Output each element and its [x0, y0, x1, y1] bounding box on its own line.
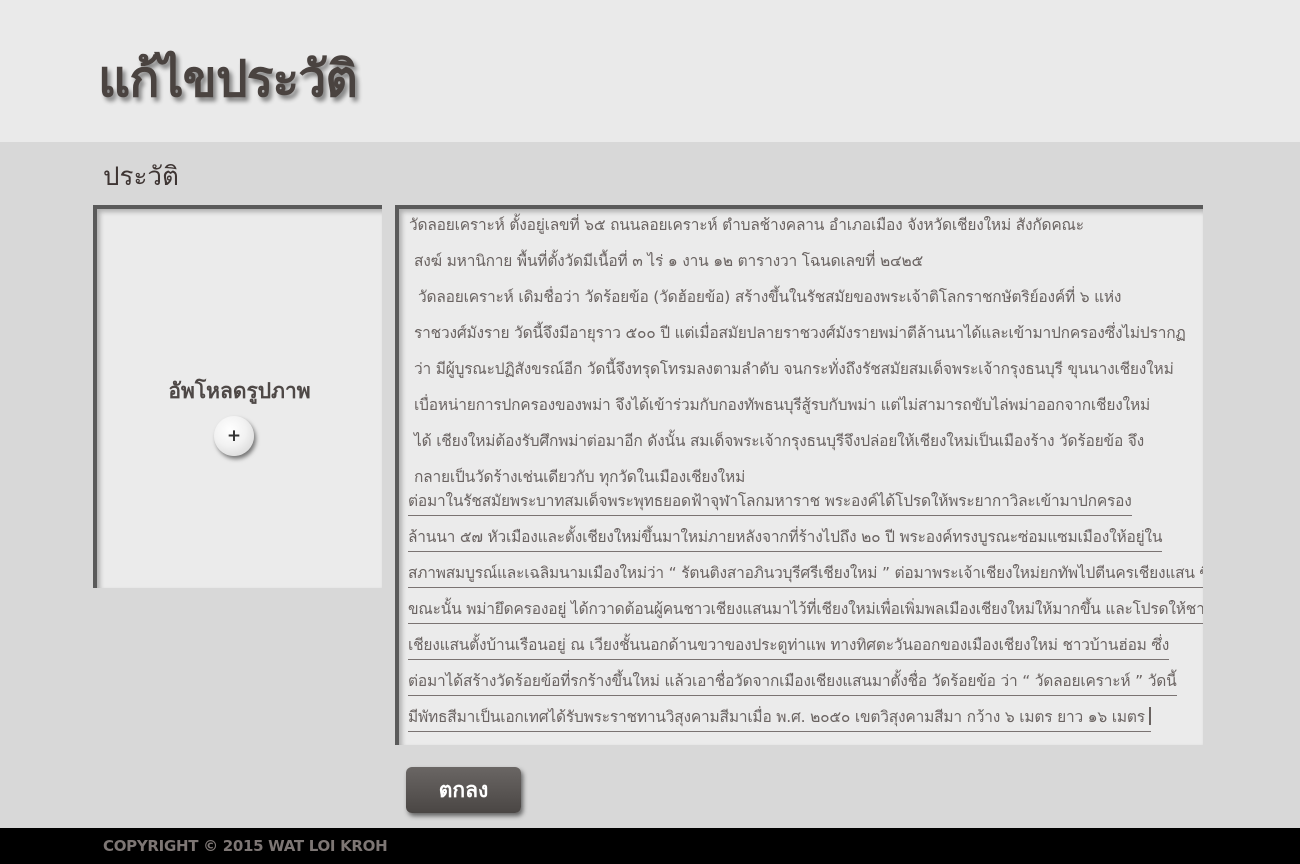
- history-textarea[interactable]: วัดลอยเคราะห์ ตั้งอยู่เลขที่ ๖๕ ถนนลอยเค…: [395, 205, 1203, 745]
- history-line-underlined: สภาพสมบูรณ์และเฉลิมนามเมืองใหม่ว่า “ รัต…: [408, 560, 1203, 588]
- page-title: แก้ไขประวัติ: [98, 50, 358, 108]
- page-header: แก้ไขประวัติ: [0, 0, 1300, 142]
- history-line-underlined: ต่อมาได้สร้างวัดร้อยข้อที่รกร้างขึ้นใหม่…: [408, 668, 1177, 696]
- history-line: เบื่อหน่ายการปกครองของพม่า จึงได้เข้าร่ว…: [414, 396, 1150, 414]
- text-cursor: [1148, 707, 1151, 725]
- plus-icon: +: [226, 426, 242, 446]
- history-line-underlined: มีพัทธสีมาเป็นเอกเทศได้รับพระราชทานวิสุง…: [408, 704, 1151, 732]
- history-line: กลายเป็นวัดร้างเช่นเดียวกับ ทุกวัดในเมือ…: [414, 468, 746, 486]
- footer: COPYRIGHT © 2015 WAT LOI KROH: [0, 828, 1300, 864]
- history-line: วัดลอยเคราะห์ เดิมชื่อว่า วัดร้อยข้อ (วั…: [418, 288, 1122, 306]
- history-line: ว่า มีผู้บูรณะปฏิสังขรณ์อีก วัดนี้จึงทรุ…: [414, 360, 1174, 378]
- history-line-underlined: ล้านนา ๕๗ หัวเมืองและตั้งเชียงใหม่ขึ้นมา…: [408, 524, 1162, 552]
- history-line: ราชวงศ์มังราย วัดนี้จึงมีอายุราว ๕๐๐ ปี …: [414, 324, 1186, 342]
- add-image-button[interactable]: +: [214, 416, 254, 456]
- history-line: สงฆ์ มหานิกาย พื้นที่ตั้งวัดมีเนื้อที่ ๓…: [414, 252, 924, 270]
- history-line-underlined: เชียงแสนตั้งบ้านเรือนอยู่ ณ เวียงชั้นนอก…: [408, 632, 1169, 660]
- history-line-underlined: ขณะนั้น พม่ายึดครองอยู่ ได้กวาดต้อนผู้คน…: [408, 596, 1203, 624]
- upload-image-label: อัพโหลดรูปภาพ: [168, 379, 311, 403]
- copyright-text: COPYRIGHT © 2015 WAT LOI KROH: [103, 837, 388, 855]
- image-upload-panel[interactable]: อัพโหลดรูปภาพ +: [93, 205, 382, 588]
- history-line: วัดลอยเคราะห์ ตั้งอยู่เลขที่ ๖๕ ถนนลอยเค…: [409, 216, 1084, 234]
- history-line: ได้ เชียงใหม่ต้องรับศึกพม่าต่อมาอีก ดังน…: [414, 432, 1145, 450]
- history-line-text: มีพัทธสีมาเป็นเอกเทศได้รับพระราชทานวิสุง…: [408, 708, 1145, 726]
- submit-button[interactable]: ตกลง: [406, 767, 521, 813]
- section-title: ประวัติ: [103, 162, 179, 192]
- history-line-underlined: ต่อมาในรัชสมัยพระบาทสมเด็จพระพุทธยอดฟ้าจ…: [408, 488, 1132, 516]
